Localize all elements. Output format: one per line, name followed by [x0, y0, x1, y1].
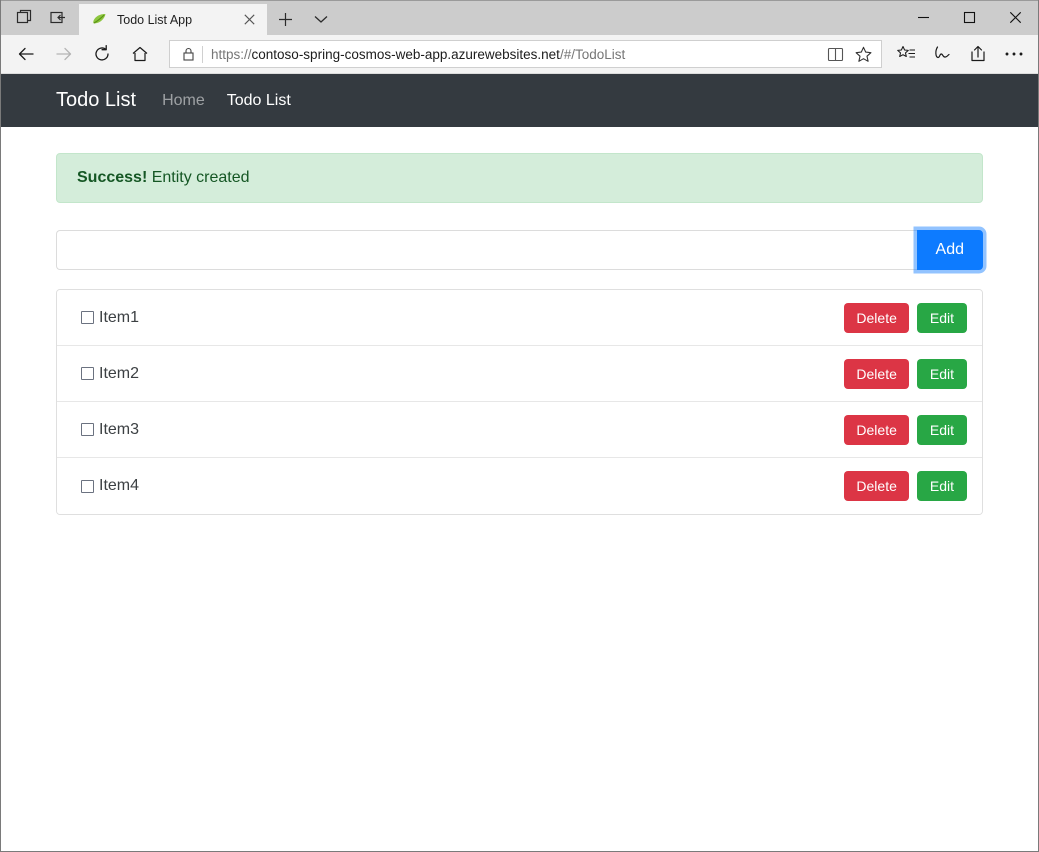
- todo-list-item[interactable]: Item1 Delete Edit: [57, 290, 982, 346]
- todo-item-label: Item2: [99, 365, 139, 383]
- close-button[interactable]: [992, 0, 1038, 35]
- nav-link-todo-list[interactable]: Todo List: [227, 92, 291, 110]
- app-navbar: Todo List Home Todo List: [1, 74, 1038, 127]
- add-todo-form: Add: [56, 230, 983, 270]
- todo-checkbox[interactable]: [81, 311, 94, 324]
- delete-button[interactable]: Delete: [844, 415, 908, 445]
- todo-list-item[interactable]: Item3 Delete Edit: [57, 402, 982, 458]
- todo-item-label: Item1: [99, 309, 139, 327]
- new-todo-input[interactable]: [56, 230, 917, 270]
- browser-titlebar: Todo List App: [1, 0, 1038, 35]
- titlebar-drag-region: [339, 0, 900, 35]
- page-container: Success! Entity created Add Item1 Delete…: [1, 127, 1038, 515]
- navbar-brand[interactable]: Todo List: [56, 89, 136, 112]
- page-viewport: Todo List Home Todo List Success! Entity…: [1, 74, 1038, 851]
- url-host: contoso-spring-cosmos-web-app.azurewebsi…: [252, 47, 560, 62]
- reading-view-icon[interactable]: [821, 41, 849, 67]
- url-scheme: https://: [211, 47, 252, 62]
- todo-item-actions: Delete Edit: [844, 415, 967, 445]
- tab-close-icon[interactable]: [237, 8, 261, 32]
- alert-strong-text: Success!: [77, 169, 147, 186]
- set-tabs-aside-icon[interactable]: [41, 3, 75, 33]
- edit-button[interactable]: Edit: [917, 415, 967, 445]
- delete-button[interactable]: Delete: [844, 303, 908, 333]
- todo-item-label: Item3: [99, 421, 139, 439]
- delete-button[interactable]: Delete: [844, 471, 908, 501]
- home-icon[interactable]: [121, 37, 159, 71]
- nav-link-home[interactable]: Home: [162, 92, 205, 110]
- chevron-down-icon[interactable]: [303, 4, 339, 35]
- success-alert: Success! Entity created: [56, 153, 983, 203]
- favorites-star-list-icon[interactable]: [888, 37, 924, 71]
- url-text[interactable]: https://contoso-spring-cosmos-web-app.az…: [211, 47, 821, 62]
- star-icon[interactable]: [849, 41, 877, 67]
- spring-leaf-favicon: [91, 11, 108, 28]
- todo-checkbox[interactable]: [81, 480, 94, 493]
- edit-button[interactable]: Edit: [917, 303, 967, 333]
- share-icon[interactable]: [960, 37, 996, 71]
- todo-checkbox[interactable]: [81, 367, 94, 380]
- todo-checkbox[interactable]: [81, 423, 94, 436]
- minimize-button[interactable]: [900, 0, 946, 35]
- forward-arrow-icon: [45, 37, 83, 71]
- edit-button[interactable]: Edit: [917, 471, 967, 501]
- todo-item-label: Item4: [99, 477, 139, 495]
- tab-title: Todo List App: [117, 13, 237, 27]
- new-tab-button[interactable]: [267, 4, 303, 35]
- browser-tab[interactable]: Todo List App: [79, 4, 267, 35]
- address-bar-divider: [202, 46, 203, 63]
- todo-item-left: Item1: [81, 309, 844, 327]
- alert-message-text: Entity created: [152, 169, 250, 186]
- todo-item-left: Item4: [81, 477, 844, 495]
- browser-toolbar: https://contoso-spring-cosmos-web-app.az…: [1, 35, 1038, 74]
- refresh-icon[interactable]: [83, 37, 121, 71]
- delete-button[interactable]: Delete: [844, 359, 908, 389]
- tab-preview-icon[interactable]: [7, 3, 41, 33]
- titlebar-left-icons: [1, 0, 77, 35]
- address-bar[interactable]: https://contoso-spring-cosmos-web-app.az…: [169, 40, 882, 68]
- add-button[interactable]: Add: [917, 230, 983, 270]
- maximize-button[interactable]: [946, 0, 992, 35]
- back-arrow-icon[interactable]: [7, 37, 45, 71]
- todo-list-item[interactable]: Item2 Delete Edit: [57, 346, 982, 402]
- todo-item-left: Item2: [81, 365, 844, 383]
- url-path: /#/TodoList: [560, 47, 625, 62]
- web-notes-pen-icon[interactable]: [924, 37, 960, 71]
- window-controls: [900, 0, 1038, 35]
- ellipsis-icon[interactable]: [996, 37, 1032, 71]
- todo-list-item[interactable]: Item4 Delete Edit: [57, 458, 982, 514]
- todo-list: Item1 Delete Edit Item2 Delete Edit: [56, 289, 983, 515]
- todo-item-actions: Delete Edit: [844, 303, 967, 333]
- todo-item-actions: Delete Edit: [844, 359, 967, 389]
- todo-item-actions: Delete Edit: [844, 471, 967, 501]
- edit-button[interactable]: Edit: [917, 359, 967, 389]
- todo-item-left: Item3: [81, 421, 844, 439]
- lock-icon: [178, 47, 198, 61]
- browser-window: Todo List App: [0, 0, 1039, 852]
